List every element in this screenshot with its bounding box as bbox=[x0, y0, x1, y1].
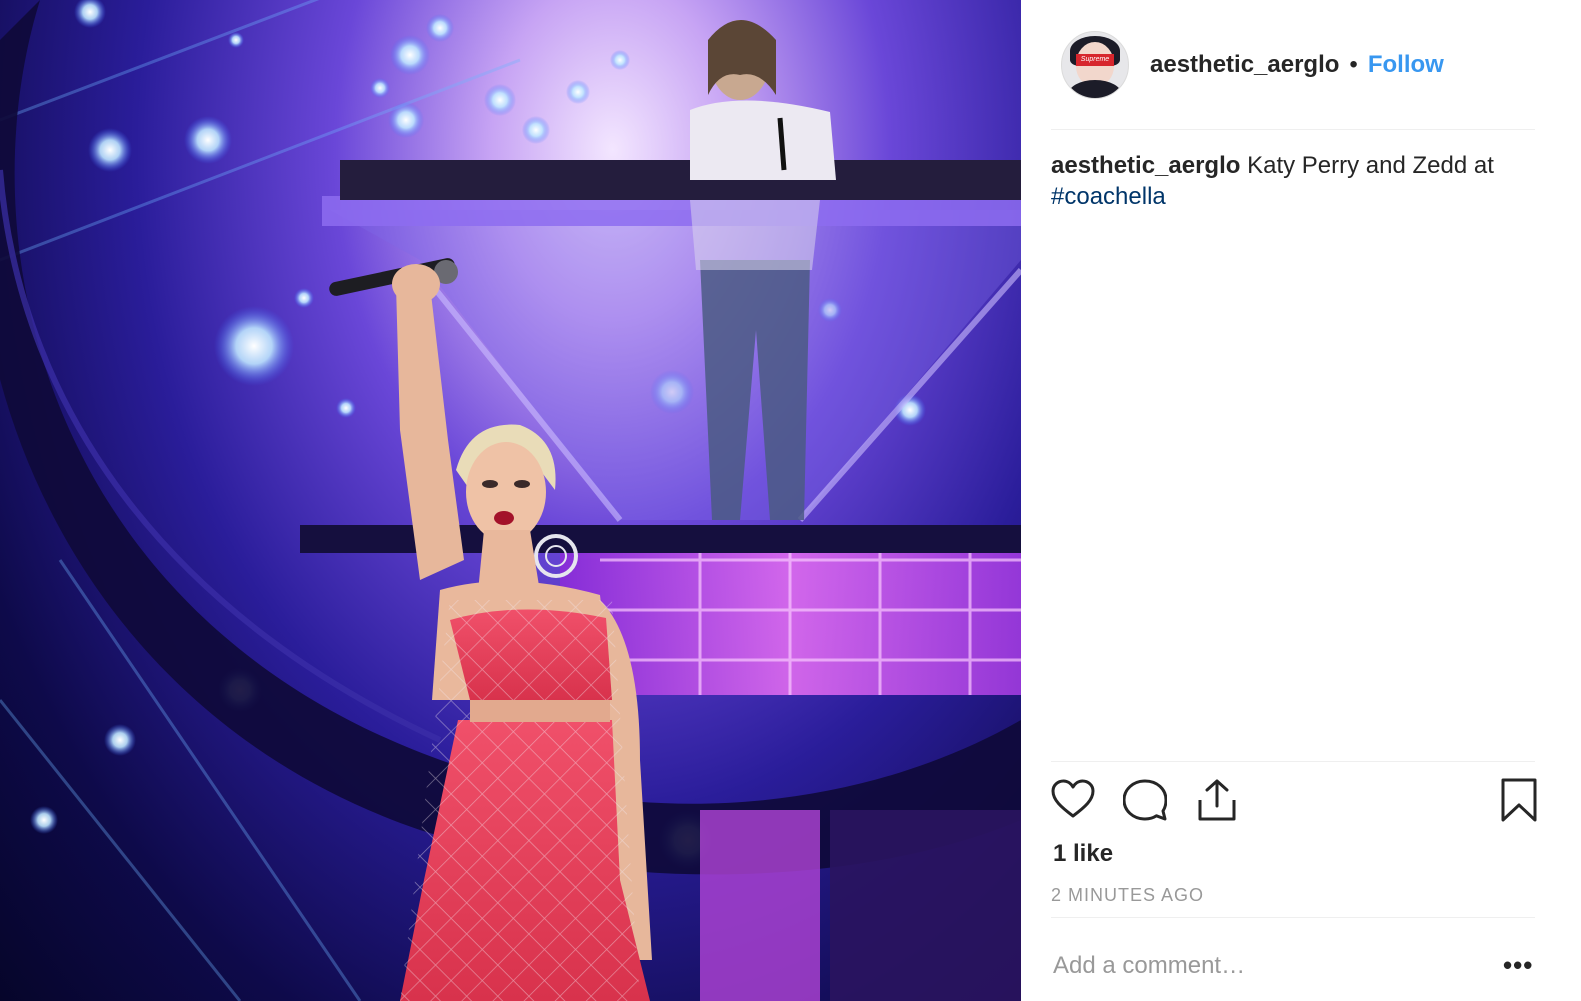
header-username[interactable]: aesthetic_aerglo bbox=[1150, 51, 1339, 79]
header-divider bbox=[1051, 129, 1535, 130]
post-caption: aesthetic_aerglo Katy Perry and Zedd at … bbox=[1051, 150, 1535, 212]
comment-divider bbox=[1051, 917, 1535, 918]
share-icon[interactable] bbox=[1195, 778, 1239, 822]
avatar[interactable]: Supreme bbox=[1061, 31, 1129, 99]
heart-icon[interactable] bbox=[1051, 778, 1095, 822]
caption-text: Katy Perry and Zedd at bbox=[1240, 152, 1494, 179]
comment-bubble-icon[interactable] bbox=[1123, 778, 1167, 822]
actions-divider bbox=[1051, 761, 1535, 762]
caption-hashtag[interactable]: #coachella bbox=[1051, 183, 1166, 210]
avatar-badge: Supreme bbox=[1076, 54, 1114, 66]
post-sidebar: Supreme aesthetic_aerglo • Follow aesthe… bbox=[1021, 0, 1581, 1001]
follow-button[interactable]: Follow bbox=[1368, 51, 1444, 79]
post-header: Supreme aesthetic_aerglo • Follow bbox=[1061, 30, 1541, 100]
post-photo[interactable] bbox=[0, 0, 1021, 1001]
like-count[interactable]: 1 like bbox=[1053, 840, 1113, 868]
separator-dot: • bbox=[1349, 51, 1358, 78]
concert-scene bbox=[0, 0, 1021, 1001]
caption-username[interactable]: aesthetic_aerglo bbox=[1051, 152, 1240, 179]
comment-input[interactable] bbox=[1053, 946, 1453, 986]
bookmark-icon[interactable] bbox=[1497, 778, 1541, 822]
more-options-icon[interactable]: ••• bbox=[1503, 950, 1533, 981]
action-bar bbox=[1051, 778, 1537, 826]
post-timestamp[interactable]: 2 MINUTES AGO bbox=[1051, 885, 1204, 906]
avatar-body bbox=[1068, 80, 1122, 98]
